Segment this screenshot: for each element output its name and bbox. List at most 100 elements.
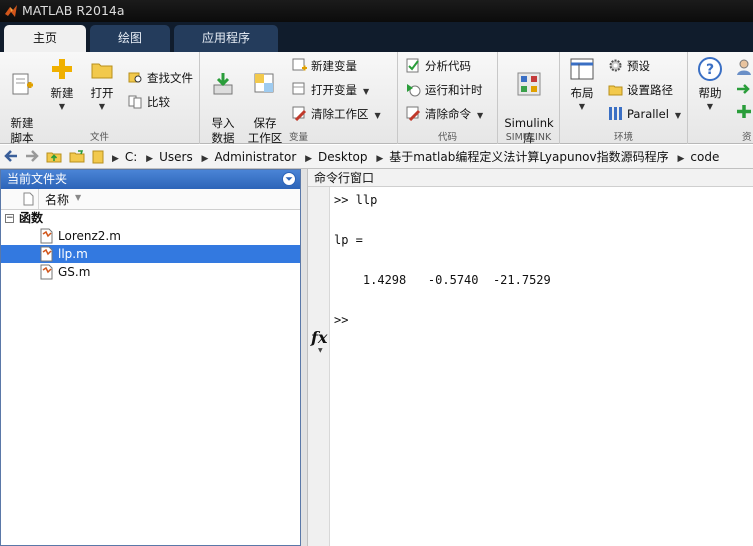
new-button[interactable]: 新建 ▼ [44,56,80,113]
folder-icon [91,63,113,79]
m-file-icon [40,246,53,262]
help-label: 帮助 [698,86,722,100]
breadcrumb-item[interactable]: Users [159,150,193,164]
ribbon: 新建 脚本 新建 ▼ 打开 ▼ 查找文件 比较 文件 导入 数据 保存 工作区 [0,52,753,145]
group-row[interactable]: − 函数 [1,210,300,227]
file-row[interactable]: Lorenz2.m [1,227,300,245]
request-support-icon[interactable] [736,82,753,97]
find-files-button[interactable]: 查找文件 [128,68,193,88]
chevron-down-icon: ▼ [674,111,682,120]
open-label: 打开 [90,86,114,100]
command-window-header: 命令行窗口 [308,169,753,187]
open-button[interactable]: 打开 ▼ [84,56,120,113]
name-column-header[interactable]: 名称 [45,191,69,208]
analyze-code-button[interactable]: 分析代码 [406,56,471,76]
current-folder-title: 当前文件夹 [7,172,68,186]
layout-label: 布局 [570,86,594,100]
browse-folder-icon[interactable] [69,148,85,164]
breadcrumb-item[interactable]: C: [125,150,137,164]
title-bar: MATLAB R2014a [0,0,753,22]
set-path-label: 设置路径 [627,83,673,97]
variable-group: 导入 数据 保存 工作区 新建变量 打开变量 ▼ 清除工作区 ▼ 变量 [200,52,398,145]
parallel-label: Parallel [627,107,669,121]
layout-icon [570,58,594,80]
parallel-button[interactable]: Parallel ▼ [608,104,681,124]
clear-commands-label: 清除命令 [425,107,471,121]
forward-arrow-icon[interactable] [24,148,40,164]
set-path-button[interactable]: 设置路径 [608,80,673,100]
open-variable-button[interactable]: 打开变量 ▼ [292,80,369,100]
chevron-right-icon: ▶ [112,154,119,164]
clear-workspace-label: 清除工作区 [311,107,369,121]
layout-button[interactable]: 布局 ▼ [564,56,600,113]
file-name: llp.m [58,247,88,261]
preferences-button[interactable]: 预设 [608,56,650,76]
chevron-down-icon: ▼ [363,87,370,96]
add-ons-icon[interactable] [736,104,753,119]
clear-workspace-icon [292,106,307,121]
breadcrumb-item[interactable]: Desktop [318,150,368,164]
command-gutter: fx ▼ [308,187,330,546]
function-browser-icon[interactable]: fx [311,328,327,347]
output-values: 1.4298 -0.5740 -21.7529 [334,273,551,287]
compare-button[interactable]: 比较 [128,92,170,112]
plus-icon [52,59,72,79]
svg-text:?: ? [706,62,714,78]
code-group: 分析代码 运行和计时 清除命令 ▼ 代码 [398,52,498,144]
address-bar: ▶ C: ▶ Users ▶ Administrator ▶ Desktop ▶ 基于ma… [0,145,753,169]
chevron-down-icon: ▼ [98,102,106,111]
chevron-down-icon: ▼ [477,111,484,120]
m-file-icon [40,228,53,244]
find-files-icon [128,72,142,83]
set-path-icon [608,85,623,96]
preferences-label: 预设 [627,59,650,73]
clear-commands-button[interactable]: 清除命令 ▼ [406,104,483,124]
column-header: 名称 ▼ [1,189,300,210]
m-file-icon [40,264,53,280]
panel-actions-icon[interactable] [282,172,296,186]
tab-home[interactable]: 主页 [4,25,86,52]
collapse-icon[interactable]: − [5,214,14,223]
file-name: GS.m [58,265,91,279]
resources-group: ? 帮助 ▼ 资 [688,52,753,144]
breadcrumb-item[interactable]: 基于matlab编程定义法计算Lyapunov指数源码程序 [389,150,668,164]
command-window-body[interactable]: fx ▼ >> llp lp = 1.4298 -0.5740 -21.7529… [308,187,753,546]
clear-workspace-button[interactable]: 清除工作区 ▼ [292,104,381,124]
simulink-group: Simulink 库 SIMULINK [498,52,560,145]
command-line: >> llp [334,193,378,207]
type-column-header[interactable] [1,189,39,209]
tab-plots[interactable]: 绘图 [90,25,170,52]
run-and-time-icon [407,84,421,97]
run-and-time-button[interactable]: 运行和计时 [406,80,483,100]
file-group-label: 文件 [89,132,109,143]
breadcrumb-item[interactable]: code [690,150,719,164]
chevron-right-icon: ▶ [146,154,154,164]
tab-apps[interactable]: 应用程序 [174,25,278,52]
file-row[interactable]: GS.m [1,263,300,281]
file-row-selected[interactable]: llp.m [1,245,300,263]
output-line: lp = [334,233,363,247]
find-files-label: 查找文件 [147,71,193,85]
new-variable-icon [292,58,307,71]
clear-commands-icon [406,106,421,121]
chevron-down-icon: ▼ [578,102,586,111]
parallel-icon [609,107,622,120]
up-folder-icon[interactable] [46,148,62,164]
breadcrumb: ▶ C: ▶ Users ▶ Administrator ▶ Desktop ▶ 基于ma… [112,148,724,167]
community-icon[interactable] [736,58,753,75]
back-arrow-icon[interactable] [3,148,19,164]
open-variable-icon [292,82,305,95]
save-workspace-icon [254,73,274,93]
command-prompt[interactable]: >> [334,313,348,327]
chevron-right-icon: ▶ [677,154,685,164]
open-variable-label: 打开变量 [311,83,357,97]
help-icon: ? [698,57,722,81]
help-button[interactable]: ? 帮助 ▼ [694,56,726,113]
chevron-down-icon: ▼ [58,102,66,111]
new-variable-button[interactable]: 新建变量 [292,56,357,76]
compare-label: 比较 [147,95,170,109]
chevron-down-icon: ▼ [706,102,714,111]
resources-group-label: 资 [742,132,752,143]
breadcrumb-item[interactable]: Administrator [214,150,296,164]
simulink-library-icon [517,72,541,96]
